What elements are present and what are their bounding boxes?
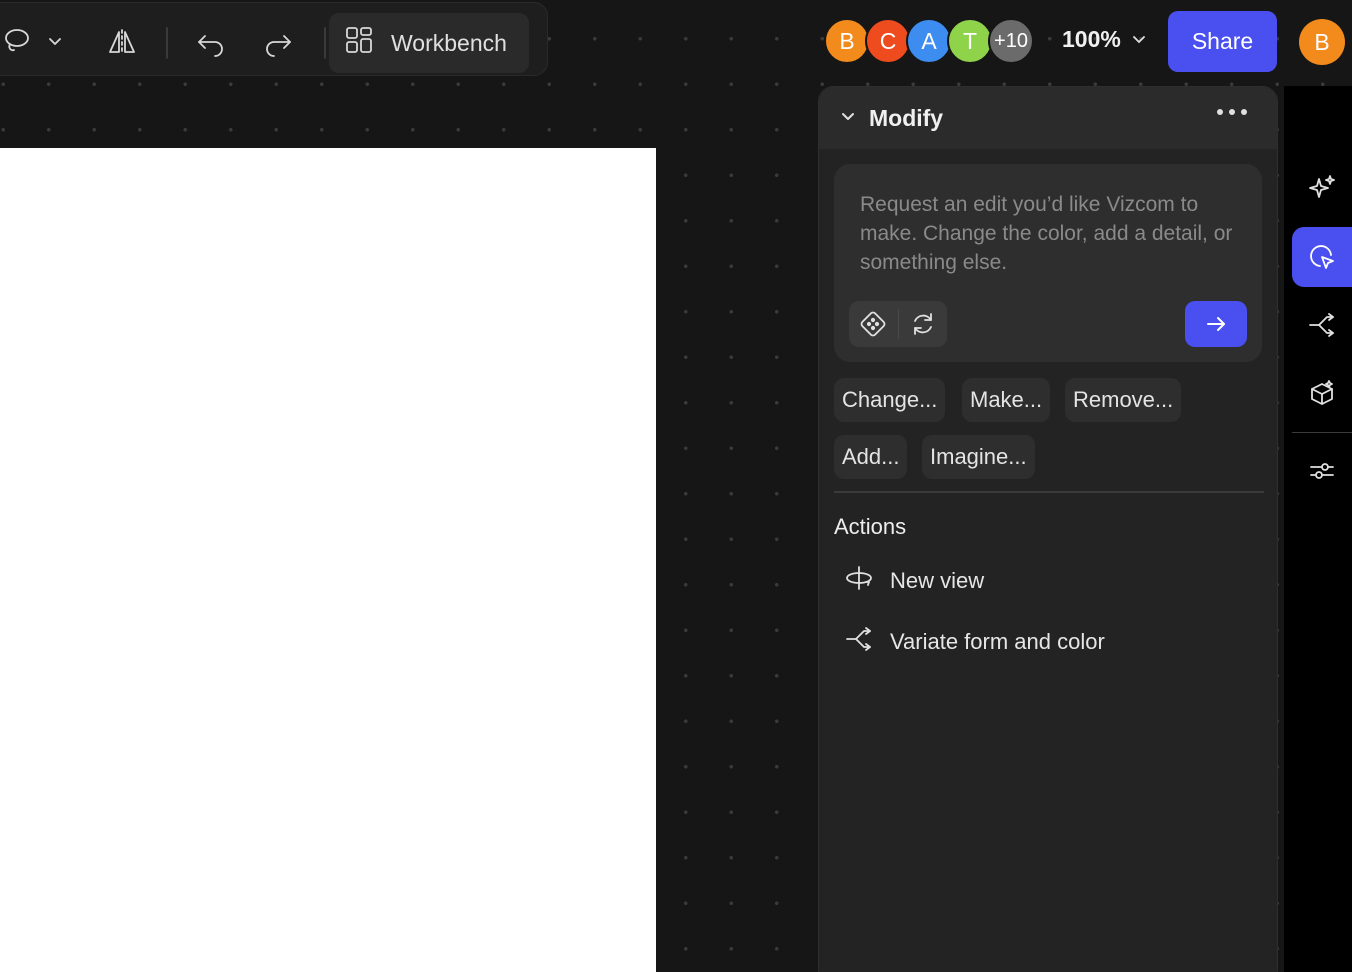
toolbar-divider [324,27,326,59]
action-label: Variate form and color [890,629,1105,654]
select-edit-icon[interactable] [1292,227,1352,287]
actions-heading: Actions [834,514,907,539]
zoom-dropdown[interactable]: 100% [1062,26,1147,53]
mirror-icon[interactable] [105,25,139,59]
suggestion-chip-remove[interactable]: Remove... [1065,378,1182,422]
chevron-down-icon [1131,26,1147,53]
zoom-value: 100% [1062,26,1121,52]
workbench-button[interactable]: Workbench [329,13,529,73]
action-variate[interactable]: Variate form and color [844,620,1105,664]
chevron-down-icon[interactable] [839,107,857,130]
branch-icon [844,624,874,660]
share-button[interactable]: Share [1168,11,1277,72]
sparkle-icon[interactable] [1292,158,1352,218]
dice-icon[interactable] [849,301,898,347]
avatar[interactable]: T [947,18,993,64]
workbench-icon [345,26,373,60]
branch-icon[interactable] [1292,295,1352,355]
canvas-paper[interactable] [0,148,656,972]
user-avatar[interactable]: B [1299,19,1345,65]
collaborator-avatars[interactable]: B C A T +10 [824,18,1044,66]
redo-icon[interactable] [261,25,295,59]
divider [834,491,1264,493]
arrow-right-icon [1207,317,1225,331]
edit-prompt-input[interactable] [860,190,1240,280]
avatar[interactable]: B [824,18,870,64]
suggestion-chip-imagine[interactable]: Imagine... [922,435,1035,479]
action-label: New view [890,568,985,593]
rail-divider [1292,432,1352,433]
panel-header[interactable]: Modify [819,87,1277,149]
suggestion-chip-change[interactable]: Change... [834,378,946,422]
suggestion-chip-make[interactable]: Make... [962,378,1051,422]
top-toolbar: Workbench [0,2,548,76]
right-tool-rail [1284,86,1352,972]
panel-title: Modify [869,104,944,131]
refresh-icon[interactable] [898,301,947,347]
cube-icon[interactable] [1292,364,1352,424]
avatar-overflow[interactable]: +10 [988,18,1034,64]
suggestion-chip-add[interactable]: Add... [834,435,908,479]
chevron-down-icon[interactable] [43,29,67,53]
more-options-icon[interactable] [1217,109,1247,115]
avatar[interactable]: C [865,18,911,64]
adjustments-icon[interactable] [1292,441,1352,501]
action-new-view[interactable]: New view [844,559,984,603]
avatar[interactable]: A [906,18,952,64]
prompt-tools [849,301,947,347]
toolbar-divider [166,27,168,59]
modify-panel: Modify Change... Make... Remove... Add..… [818,86,1278,972]
workbench-label: Workbench [391,29,507,56]
send-button[interactable] [1185,301,1247,347]
prompt-box [834,164,1262,362]
undo-icon[interactable] [194,25,228,59]
rotate-view-icon [844,563,874,599]
lasso-icon[interactable] [0,23,35,59]
